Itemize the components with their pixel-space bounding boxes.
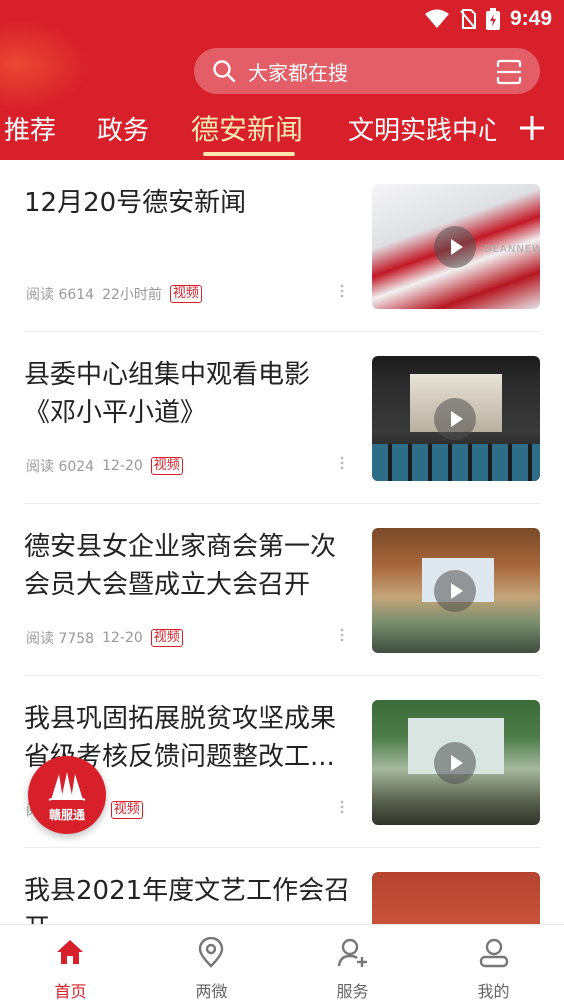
- news-title: 12月20号德安新闻: [24, 188, 247, 218]
- nav-mine[interactable]: 我的: [423, 925, 564, 1002]
- news-thumbnail: [372, 528, 540, 653]
- play-icon: [434, 226, 476, 268]
- search-bar[interactable]: 大家都在搜: [194, 48, 540, 94]
- news-meta: 阅读 6614 22小时前 视频: [26, 284, 202, 304]
- ganfutong-logo-icon: [48, 772, 86, 801]
- video-tag: 视频: [110, 801, 143, 819]
- nav-home[interactable]: 首页: [0, 925, 141, 1002]
- tab-government[interactable]: 政务: [97, 110, 149, 147]
- news-thumbnail: [372, 356, 540, 481]
- search-placeholder: 大家都在搜: [248, 60, 348, 85]
- ganfutong-floating-button[interactable]: 赣服通: [28, 756, 106, 834]
- no-sim-icon: [460, 9, 476, 29]
- news-meta: 阅读 6024 12-20 视频: [26, 456, 183, 476]
- add-channel-icon[interactable]: [518, 114, 546, 142]
- top-header: 9:49 大家都在搜 推荐 政务 德安新闻 文明实践中心: [0, 0, 564, 160]
- header-decoration: [0, 20, 90, 110]
- more-options-icon[interactable]: [340, 800, 344, 814]
- thumbnail-seats: [372, 444, 540, 481]
- profile-icon: [479, 938, 509, 968]
- bottom-navigation: 首页 两微 服务 我的: [0, 924, 564, 1002]
- read-count: 阅读 7758: [26, 631, 95, 647]
- more-options-icon[interactable]: [340, 456, 344, 470]
- thumbnail-watermark: DEANNEWS: [484, 244, 540, 255]
- nav-liangwei[interactable]: 两微: [141, 925, 282, 1002]
- channel-tabs: 推荐 政务 德安新闻 文明实践中心: [0, 108, 564, 160]
- scan-icon[interactable]: [496, 59, 522, 85]
- news-thumbnail: [372, 700, 540, 825]
- publish-time: 22小时前: [102, 287, 162, 303]
- video-tag: 视频: [150, 457, 183, 475]
- news-meta: 阅读 7758 12-20 视频: [26, 628, 183, 648]
- news-thumbnail: [372, 872, 540, 924]
- tab-dean-news[interactable]: 德安新闻: [191, 108, 303, 148]
- more-options-icon[interactable]: [340, 284, 344, 298]
- news-item[interactable]: 12月20号德安新闻 阅读 6614 22小时前 视频 DEANNEWS: [24, 160, 540, 332]
- nav-service[interactable]: 服务: [282, 925, 423, 1002]
- news-thumbnail: DEANNEWS: [372, 184, 540, 309]
- nav-label: 服务: [336, 982, 369, 1001]
- news-item[interactable]: 德安县女企业家商会第一次会员大会暨成立大会召开 阅读 7758 12-20 视频: [24, 504, 540, 676]
- tab-civilization-center[interactable]: 文明实践中心: [348, 110, 496, 147]
- play-icon: [434, 570, 476, 612]
- more-options-icon[interactable]: [340, 628, 344, 642]
- play-icon: [434, 398, 476, 440]
- news-item[interactable]: 我县2021年度文艺工作会召开: [24, 848, 540, 924]
- search-icon: [213, 60, 236, 83]
- person-add-icon: [337, 938, 367, 967]
- news-item[interactable]: 县委中心组集中观看电影《邓小平小道》 阅读 6024 12-20 视频: [24, 332, 540, 504]
- news-title: 德安县女企业家商会第一次会员大会暨成立大会召开: [24, 532, 337, 600]
- battery-charging-icon: [485, 8, 500, 30]
- status-bar: 9:49: [424, 6, 552, 32]
- play-icon: [434, 742, 476, 784]
- video-tag: 视频: [169, 285, 202, 303]
- news-title: 我县2021年度文艺工作会召开: [24, 876, 351, 924]
- wifi-icon: [424, 9, 449, 28]
- tab-recommend[interactable]: 推荐: [4, 110, 56, 147]
- floating-button-label: 赣服通: [48, 808, 85, 822]
- publish-time: 12-20: [102, 458, 143, 474]
- news-title: 县委中心组集中观看电影《邓小平小道》: [24, 360, 311, 428]
- app-root: 9:49 大家都在搜 推荐 政务 德安新闻 文明实践中心 12月20号德安新闻 …: [0, 0, 564, 1002]
- location-pin-icon: [198, 937, 224, 968]
- publish-time: 12-20: [102, 630, 143, 646]
- home-icon: [57, 940, 83, 964]
- nav-label: 首页: [54, 982, 87, 1001]
- active-tab-indicator: [203, 152, 295, 156]
- read-count: 阅读 6614: [26, 287, 95, 303]
- read-count: 阅读 6024: [26, 459, 95, 475]
- status-time: 9:49: [509, 7, 552, 30]
- nav-label: 两微: [195, 982, 228, 1001]
- video-tag: 视频: [150, 629, 183, 647]
- nav-label: 我的: [477, 982, 510, 1001]
